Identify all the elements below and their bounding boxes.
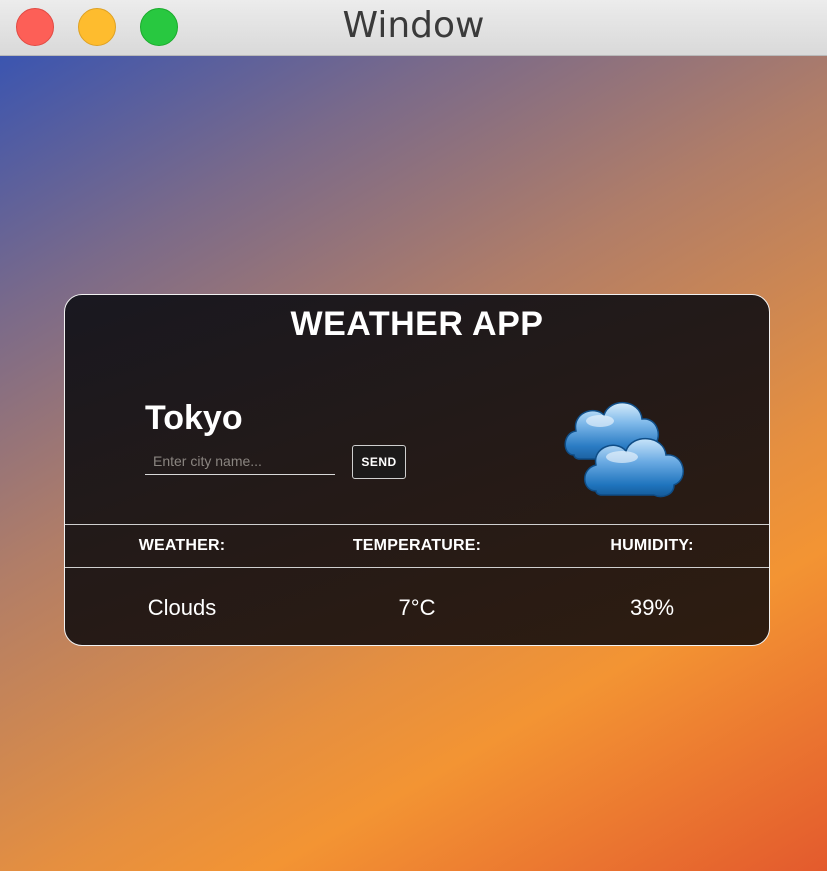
temperature-header: TEMPERATURE: [352, 537, 482, 554]
window-content: WEATHER APP Tokyo SEND [0, 56, 827, 871]
weather-header: WEATHER: [138, 537, 226, 554]
weather-card: WEATHER APP Tokyo SEND [64, 294, 770, 646]
window-titlebar: Window [0, 0, 827, 56]
temperature-value: 7°C [398, 595, 436, 620]
send-button[interactable]: SEND [352, 445, 406, 479]
table-header-divider [65, 567, 769, 568]
city-input[interactable] [145, 447, 335, 475]
city-name: Tokyo [145, 399, 243, 437]
window-title: Window [342, 5, 485, 46]
weather-value: Clouds [147, 595, 217, 620]
table-top-divider [65, 524, 769, 525]
app-title: WEATHER APP [290, 305, 544, 343]
clouds-icon [564, 401, 684, 498]
humidity-value: 39% [629, 595, 675, 620]
humidity-header: HUMIDITY: [610, 537, 694, 554]
